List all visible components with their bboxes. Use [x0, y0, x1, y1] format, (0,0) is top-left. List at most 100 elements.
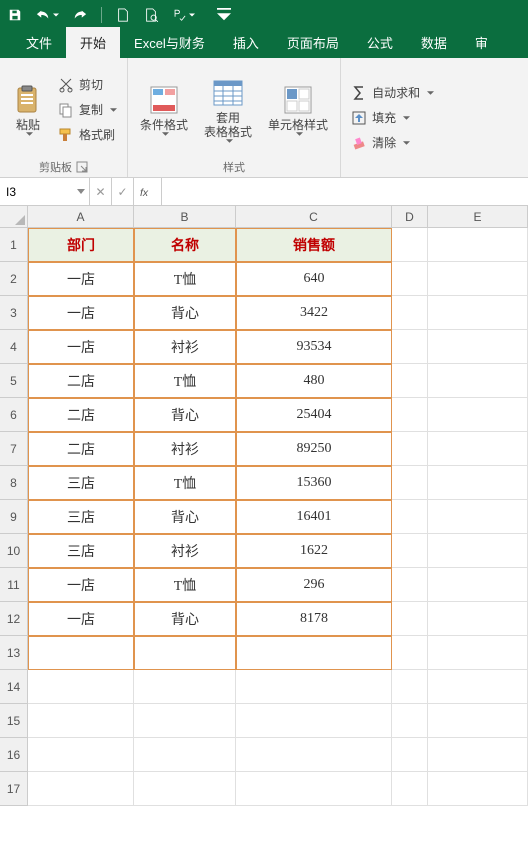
cell[interactable] — [134, 772, 236, 806]
cell[interactable] — [392, 670, 428, 704]
cell[interactable]: 15360 — [236, 466, 392, 500]
row-header[interactable]: 12 — [0, 602, 28, 636]
cell[interactable] — [392, 534, 428, 568]
cell[interactable]: 一店 — [28, 262, 134, 296]
cell[interactable] — [428, 534, 528, 568]
cell[interactable] — [392, 500, 428, 534]
cell[interactable] — [392, 636, 428, 670]
cell[interactable]: 一店 — [28, 296, 134, 330]
cancel-formula-button[interactable]: ✕ — [90, 178, 112, 205]
cell[interactable] — [392, 330, 428, 364]
cell[interactable]: T恤 — [134, 568, 236, 602]
tab-home[interactable]: 开始 — [66, 27, 120, 58]
conditional-format-button[interactable]: 条件格式 — [134, 62, 194, 157]
cell[interactable]: 背心 — [134, 500, 236, 534]
cell[interactable]: 一店 — [28, 602, 134, 636]
cell[interactable]: T恤 — [134, 262, 236, 296]
select-all-corner[interactable] — [0, 206, 28, 228]
cell[interactable]: 16401 — [236, 500, 392, 534]
row-header[interactable]: 9 — [0, 500, 28, 534]
cell[interactable] — [428, 500, 528, 534]
cell[interactable] — [236, 738, 392, 772]
cell[interactable] — [236, 704, 392, 738]
cell[interactable]: 二店 — [28, 364, 134, 398]
col-header-B[interactable]: B — [134, 206, 236, 228]
row-header[interactable]: 14 — [0, 670, 28, 704]
cell[interactable] — [236, 636, 392, 670]
cell[interactable] — [428, 466, 528, 500]
cell-styles-button[interactable]: 单元格样式 — [262, 62, 334, 157]
new-doc-icon[interactable] — [116, 8, 130, 22]
row-header[interactable]: 3 — [0, 296, 28, 330]
row-header[interactable]: 7 — [0, 432, 28, 466]
row-header[interactable]: 2 — [0, 262, 28, 296]
name-box[interactable] — [0, 178, 90, 205]
cell[interactable]: 一店 — [28, 330, 134, 364]
cell[interactable] — [428, 738, 528, 772]
tab-insert[interactable]: 插入 — [219, 27, 273, 58]
col-header-A[interactable]: A — [28, 206, 134, 228]
cell[interactable] — [428, 330, 528, 364]
spellcheck-icon[interactable] — [172, 8, 195, 22]
cell[interactable]: 衬衫 — [134, 330, 236, 364]
cell[interactable]: 1622 — [236, 534, 392, 568]
cell[interactable]: 背心 — [134, 296, 236, 330]
cell[interactable] — [236, 772, 392, 806]
tab-file[interactable]: 文件 — [12, 27, 66, 58]
autosum-button[interactable]: 自动求和 — [347, 82, 438, 103]
clear-button[interactable]: 清除 — [347, 132, 438, 153]
fill-button[interactable]: 填充 — [347, 107, 438, 128]
formula-input[interactable] — [162, 178, 528, 205]
row-header[interactable]: 13 — [0, 636, 28, 670]
cell[interactable] — [236, 670, 392, 704]
cell[interactable] — [392, 568, 428, 602]
cell[interactable] — [392, 228, 428, 262]
row-header[interactable]: 11 — [0, 568, 28, 602]
cell[interactable] — [428, 670, 528, 704]
cell[interactable] — [28, 636, 134, 670]
tab-formulas[interactable]: 公式 — [353, 27, 407, 58]
tab-review[interactable]: 审 — [461, 27, 502, 58]
cell[interactable] — [392, 704, 428, 738]
col-header-E[interactable]: E — [428, 206, 528, 228]
cell[interactable] — [428, 228, 528, 262]
cell[interactable] — [428, 262, 528, 296]
row-header[interactable]: 16 — [0, 738, 28, 772]
cell[interactable] — [428, 636, 528, 670]
row-header[interactable]: 17 — [0, 772, 28, 806]
cell[interactable] — [392, 262, 428, 296]
cell[interactable]: 640 — [236, 262, 392, 296]
launcher-icon[interactable] — [76, 161, 88, 173]
namebox-dropdown-icon[interactable] — [77, 188, 85, 196]
format-painter-button[interactable]: 格式刷 — [54, 124, 121, 145]
row-header[interactable]: 15 — [0, 704, 28, 738]
cell[interactable]: 93534 — [236, 330, 392, 364]
cell[interactable] — [428, 568, 528, 602]
copy-button[interactable]: 复制 — [54, 99, 121, 120]
cell[interactable]: 衬衫 — [134, 432, 236, 466]
tab-excel-finance[interactable]: Excel与财务 — [120, 27, 219, 58]
cell[interactable]: 销售额 — [236, 228, 392, 262]
cell[interactable] — [392, 432, 428, 466]
tab-data[interactable]: 数据 — [407, 27, 461, 58]
cell[interactable] — [28, 704, 134, 738]
cell[interactable]: 三店 — [28, 534, 134, 568]
cell[interactable]: 三店 — [28, 466, 134, 500]
row-header[interactable]: 4 — [0, 330, 28, 364]
cell[interactable] — [428, 772, 528, 806]
cell[interactable]: 296 — [236, 568, 392, 602]
cell[interactable]: T恤 — [134, 466, 236, 500]
cell[interactable] — [428, 296, 528, 330]
cell[interactable] — [134, 670, 236, 704]
cell[interactable] — [28, 772, 134, 806]
cell[interactable] — [392, 364, 428, 398]
save-icon[interactable] — [8, 8, 22, 22]
tab-page-layout[interactable]: 页面布局 — [273, 27, 353, 58]
cell[interactable]: 3422 — [236, 296, 392, 330]
cell[interactable]: 二店 — [28, 398, 134, 432]
customize-qat-icon[interactable] — [217, 8, 231, 22]
cell[interactable] — [134, 738, 236, 772]
cell[interactable]: 背心 — [134, 398, 236, 432]
cell[interactable]: 二店 — [28, 432, 134, 466]
cell[interactable] — [28, 670, 134, 704]
